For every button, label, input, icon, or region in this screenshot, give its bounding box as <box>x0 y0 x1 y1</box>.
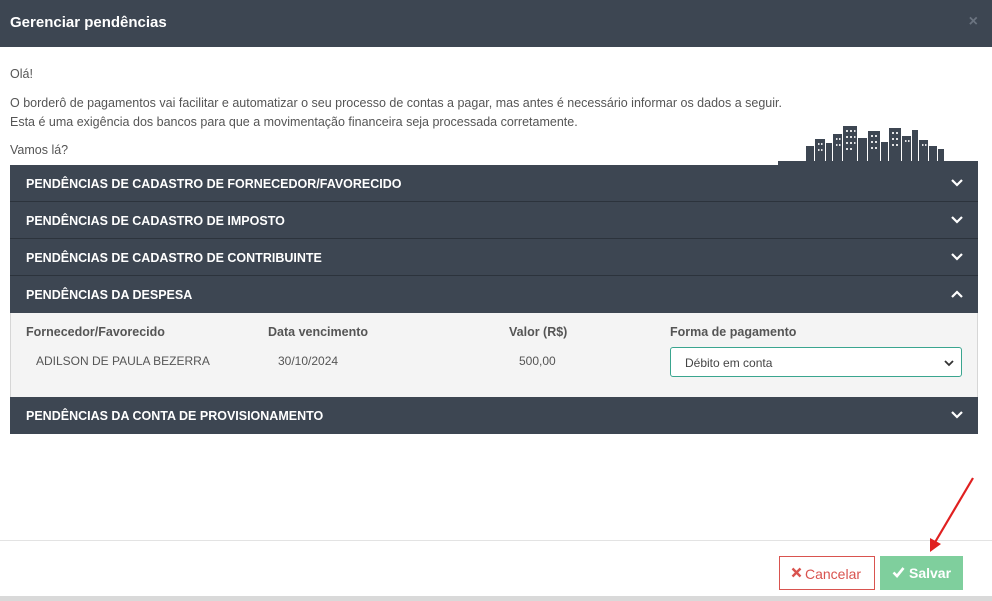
modal-header: Gerenciar pendências × <box>0 0 992 47</box>
save-button-label: Salvar <box>909 565 952 581</box>
intro-paragraph-line2: Esta é uma exigência dos bancos para que… <box>10 115 578 129</box>
payment-method-selected: Débito em conta <box>685 356 773 370</box>
chevron-down-icon <box>951 411 963 419</box>
bottom-strip <box>0 596 992 601</box>
panel-label: PENDÊNCIAS DE CADASTRO DE IMPOSTO <box>26 214 285 228</box>
chevron-down-icon <box>951 179 963 187</box>
panel-header-despesa[interactable]: PENDÊNCIAS DA DESPESA <box>10 276 978 313</box>
panel-label: PENDÊNCIAS DE CADASTRO DE FORNECEDOR/FAV… <box>26 177 402 191</box>
panel-label: PENDÊNCIAS DE CADASTRO DE CONTRIBUINTE <box>26 251 322 265</box>
panel-header-contribuinte[interactable]: PENDÊNCIAS DE CADASTRO DE CONTRIBUINTE <box>10 239 978 275</box>
x-icon <box>791 567 802 578</box>
cell-fornecedor: ADILSON DE PAULA BEZERRA <box>36 354 210 368</box>
column-header-vencimento: Data vencimento <box>268 325 369 339</box>
footer-divider <box>0 540 992 541</box>
city-skyline-illustration <box>778 126 978 165</box>
chevron-down-icon <box>944 360 954 367</box>
column-header-valor: Valor (R$) <box>509 325 568 339</box>
payment-method-select[interactable]: Débito em conta <box>670 347 962 377</box>
chevron-up-icon <box>951 290 963 298</box>
save-button[interactable]: Salvar <box>880 556 963 590</box>
panel-header-conta-provisionamento[interactable]: PENDÊNCIAS DA CONTA DE PROVISIONAMENTO <box>10 397 978 434</box>
chevron-down-icon <box>951 216 963 224</box>
column-header-fornecedor: Fornecedor/Favorecido <box>26 325 165 339</box>
cancel-button[interactable]: Cancelar <box>779 556 875 590</box>
cancel-button-label: Cancelar <box>805 566 862 582</box>
close-icon[interactable]: × <box>969 12 978 32</box>
annotation-arrow <box>930 477 974 552</box>
intro-prompt: Vamos lá? <box>10 143 69 157</box>
modal-title: Gerenciar pendências <box>10 14 167 31</box>
panel-label: PENDÊNCIAS DA DESPESA <box>26 288 193 302</box>
check-icon <box>892 567 905 578</box>
chevron-down-icon <box>951 253 963 261</box>
column-header-forma-pagamento: Forma de pagamento <box>670 325 797 339</box>
panel-header-imposto[interactable]: PENDÊNCIAS DE CADASTRO DE IMPOSTO <box>10 202 978 238</box>
intro-paragraph-line1: O borderô de pagamentos vai facilitar e … <box>10 96 782 110</box>
cell-valor: 500,00 <box>519 354 556 368</box>
greeting-text: Olá! <box>10 67 33 81</box>
cell-vencimento: 30/10/2024 <box>278 354 339 368</box>
panel-label: PENDÊNCIAS DA CONTA DE PROVISIONAMENTO <box>26 409 324 423</box>
panel-header-fornecedor[interactable]: PENDÊNCIAS DE CADASTRO DE FORNECEDOR/FAV… <box>10 165 978 201</box>
